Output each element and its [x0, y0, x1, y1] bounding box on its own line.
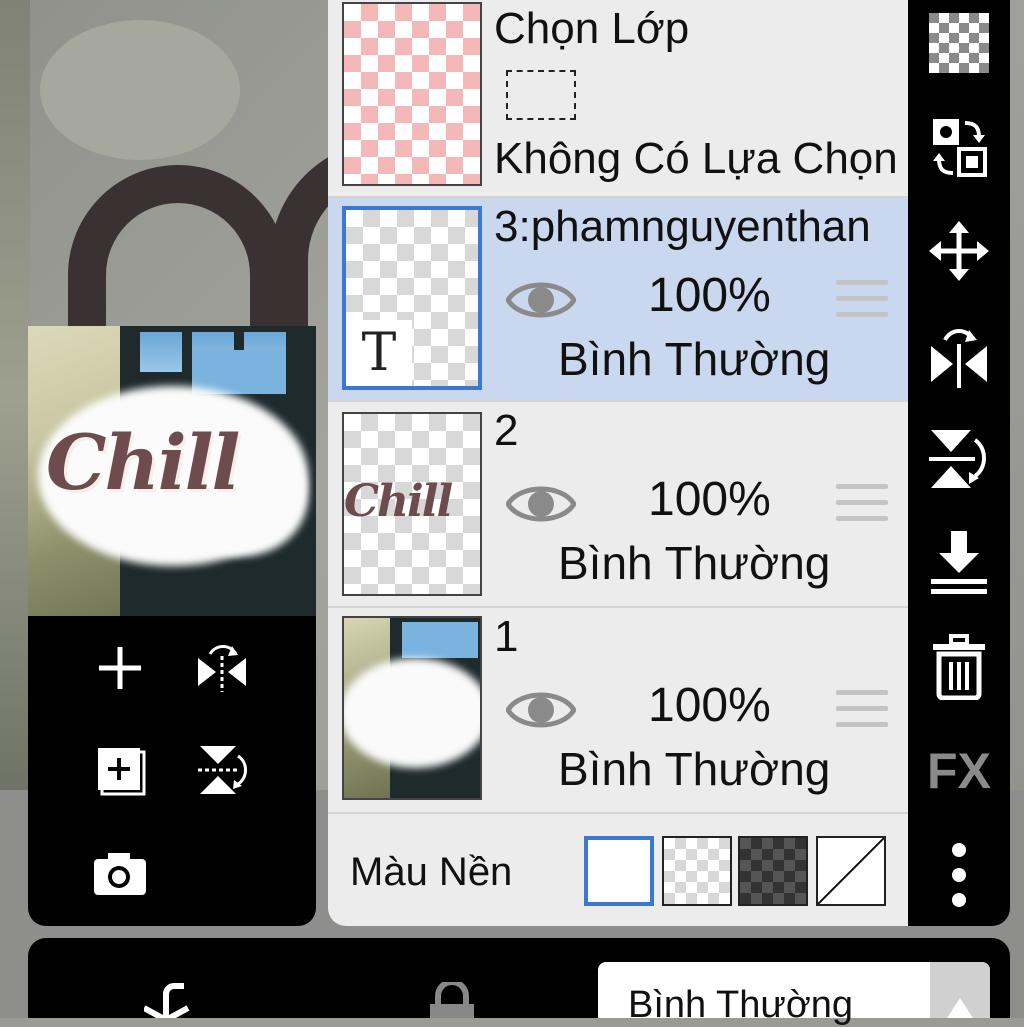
thumbnail-chill-text: Chill	[344, 476, 453, 527]
blend-mode-value: Bình Thường	[628, 984, 854, 1026]
selection-status: Không Có Lựa Chọn	[494, 134, 898, 183]
left-toolbar	[28, 616, 316, 926]
flip-horizontal-icon[interactable]	[926, 322, 992, 388]
layers-panel: Chọn Lớp Không Có Lựa Chọn T 3:phamnguye…	[328, 0, 908, 926]
bg-white-swatch[interactable]	[584, 836, 654, 906]
layer-thumbnail[interactable]	[342, 616, 482, 800]
layer-opacity[interactable]: 100%	[648, 268, 771, 323]
diagonal-slash-icon	[817, 837, 885, 905]
layer-blend-mode: Bình Thường	[558, 537, 831, 589]
visibility-eye-icon[interactable]	[506, 684, 576, 736]
background-color-row: Màu Nền	[328, 812, 908, 926]
preview-window-pane	[192, 350, 286, 394]
selection-thumbnail	[342, 2, 482, 186]
swap-icon[interactable]	[926, 114, 992, 180]
preview-chill-text: Chill	[46, 418, 240, 507]
text-layer-badge: T	[346, 320, 412, 386]
visibility-eye-icon[interactable]	[506, 478, 576, 530]
bg-none-swatch[interactable]	[816, 836, 886, 906]
background-color-label: Màu Nền	[350, 850, 513, 894]
layer-row[interactable]: T 3:phamnguyenthan 100% Bình Thường	[328, 196, 908, 400]
flip-layer-vertical-icon[interactable]	[194, 742, 250, 798]
layer-name: 3:phamnguyenthan	[494, 202, 871, 251]
left-panel: Chill	[28, 0, 316, 926]
selection-row[interactable]: Chọn Lớp Không Có Lựa Chọn	[328, 0, 908, 196]
camera-icon[interactable]	[92, 846, 148, 902]
layer-thumbnail[interactable]: Chill	[342, 412, 482, 596]
flip-layer-horizontal-icon[interactable]	[194, 640, 250, 696]
preview-window-pane	[140, 332, 182, 372]
delete-icon[interactable]	[926, 634, 992, 700]
visibility-eye-icon[interactable]	[506, 274, 576, 326]
more-icon[interactable]	[926, 842, 992, 908]
layer-blend-mode: Bình Thường	[558, 333, 831, 385]
add-copy-layer-icon[interactable]	[92, 742, 148, 798]
layer-name: 2	[494, 406, 519, 455]
blend-mode-dropdown[interactable]: Bình Thường	[598, 962, 990, 1026]
thumbnail-cloud	[344, 658, 480, 768]
drag-handle-icon[interactable]	[836, 484, 888, 528]
layer-opacity[interactable]: 100%	[648, 678, 771, 733]
move-icon[interactable]	[926, 218, 992, 284]
selection-title: Chọn Lớp	[494, 4, 690, 53]
merge-down-icon[interactable]	[926, 530, 992, 596]
layer-row[interactable]: Chill 2 100% Bình Thường	[328, 400, 908, 604]
canvas-left-edge	[0, 0, 30, 800]
layer-thumbnail[interactable]: T	[342, 206, 482, 390]
right-toolbar: FX	[908, 0, 1010, 926]
bg-dark-checker-swatch[interactable]	[738, 836, 808, 906]
layer-preview[interactable]: Chill	[28, 326, 316, 616]
clip-layer-icon[interactable]	[144, 982, 194, 1018]
add-layer-icon[interactable]	[92, 640, 148, 696]
chevron-up-icon[interactable]	[930, 962, 990, 1018]
bg-transparent-swatch[interactable]	[662, 836, 732, 906]
layer-blend-mode: Bình Thường	[558, 743, 831, 795]
transparency-icon[interactable]	[926, 10, 992, 76]
layer-opacity[interactable]: 100%	[648, 472, 771, 527]
lock-icon[interactable]	[426, 982, 478, 1018]
thumbnail-window-pane	[402, 622, 478, 658]
selection-marquee-icon	[506, 70, 576, 120]
drag-handle-icon[interactable]	[836, 280, 888, 324]
layer-row[interactable]: 1 100% Bình Thường	[328, 606, 908, 810]
fx-button[interactable]: FX	[926, 738, 992, 804]
layer-name: 1	[494, 612, 519, 661]
flip-vertical-icon[interactable]	[926, 426, 992, 492]
bottom-bar: Bình Thường	[28, 938, 1010, 1026]
drag-handle-icon[interactable]	[836, 690, 888, 734]
